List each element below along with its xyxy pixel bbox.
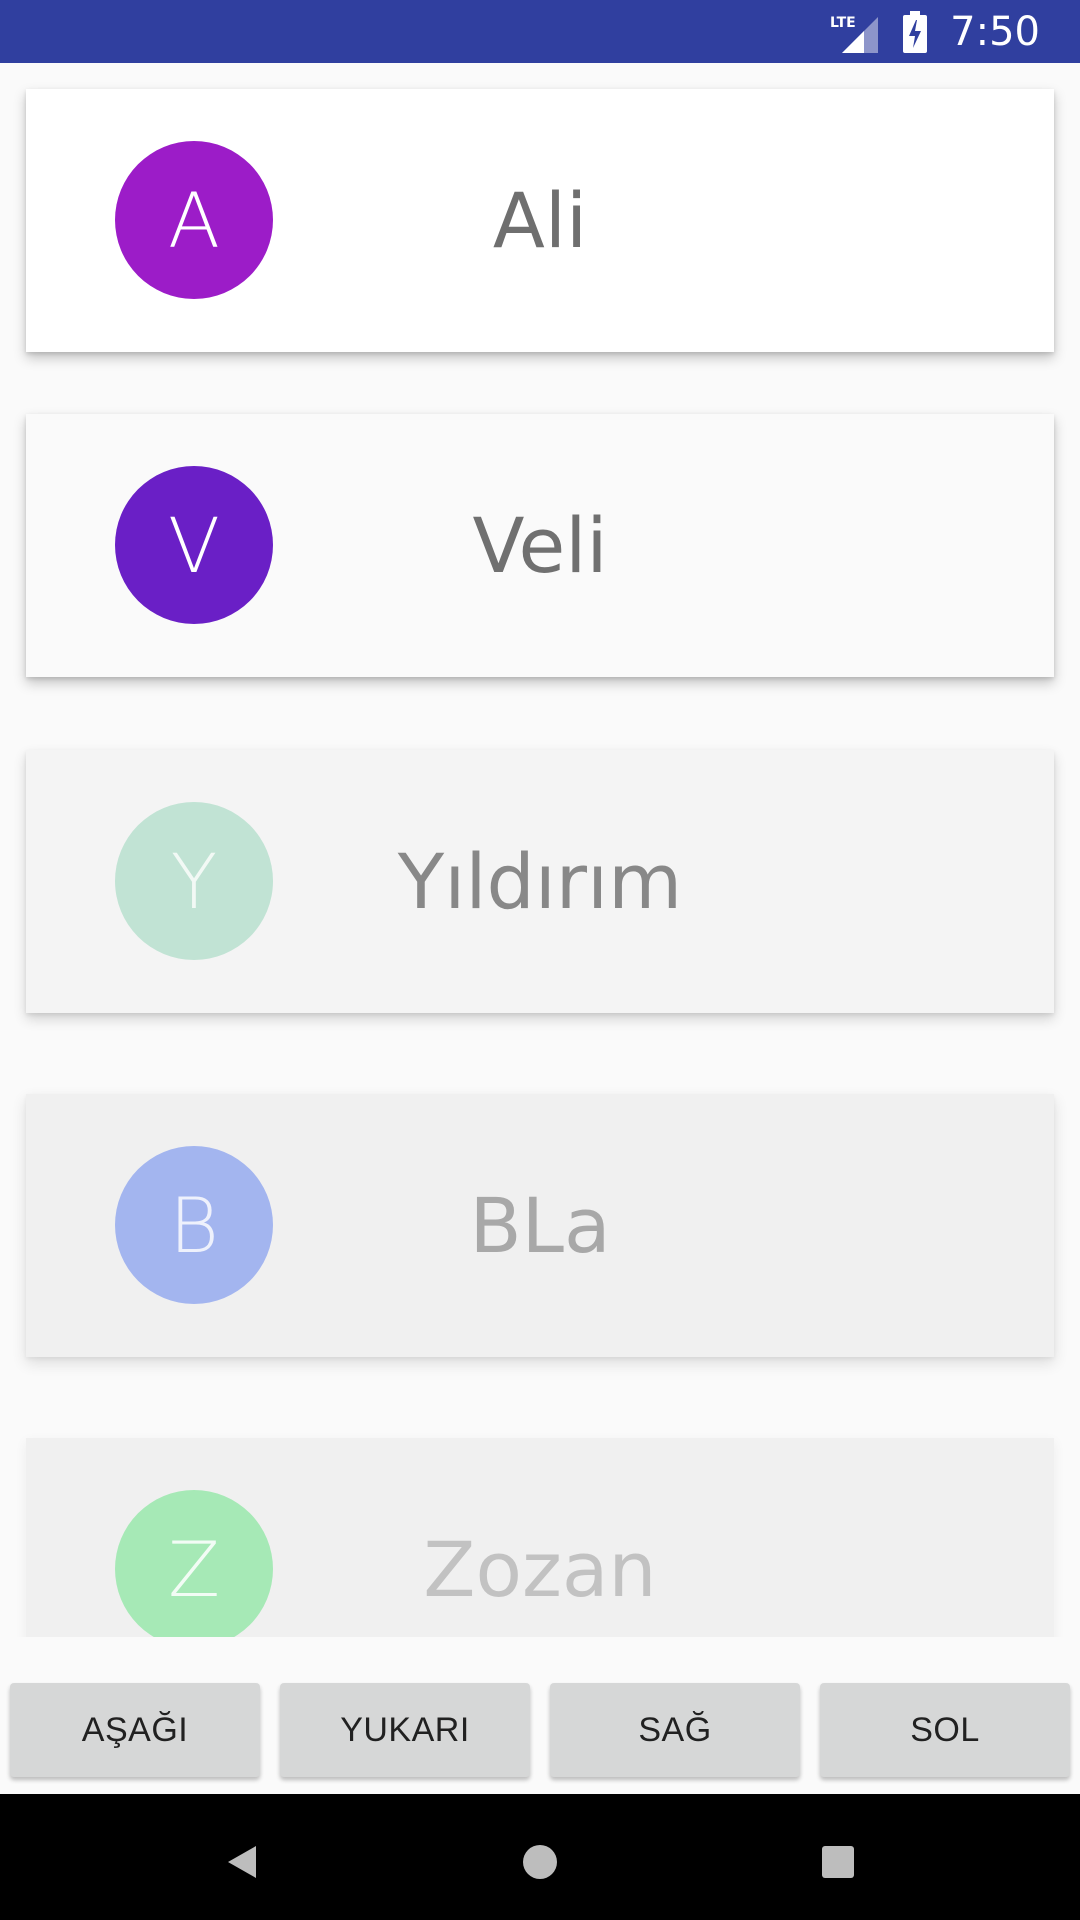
status-time: 7:50 <box>950 8 1040 55</box>
list-item[interactable]: A Ali <box>26 89 1054 352</box>
svg-text:LTE: LTE <box>830 15 856 31</box>
list-item[interactable]: Y Yıldırım <box>26 750 1054 1013</box>
list-item[interactable]: V Veli <box>26 414 1054 677</box>
list-item-name: Veli <box>26 414 1054 677</box>
recents-icon[interactable] <box>808 1832 868 1892</box>
navigation-bar <box>0 1794 1080 1920</box>
list-item-name: Ali <box>26 89 1054 352</box>
list-item-name-text: BLa <box>469 1181 611 1270</box>
back-icon[interactable] <box>212 1832 272 1892</box>
home-icon[interactable] <box>510 1832 570 1892</box>
list-item[interactable]: B BLa <box>26 1094 1054 1357</box>
list-item-name: Zozan <box>26 1438 1054 1637</box>
list-item-name-text: Ali <box>492 176 588 265</box>
list-item-name-text: Zozan <box>423 1525 657 1614</box>
list-item[interactable]: Z Zozan <box>26 1438 1054 1637</box>
down-button[interactable]: AŞAĞI <box>10 1683 260 1777</box>
list-item-name: Yıldırım <box>26 750 1054 1013</box>
battery-charging-icon <box>902 10 928 53</box>
button-bar: AŞAĞI YUKARI SAĞ SOL <box>0 1637 1080 1794</box>
list-item-name-text: Yıldırım <box>397 837 683 926</box>
left-button[interactable]: SOL <box>820 1683 1070 1777</box>
right-button[interactable]: SAĞ <box>550 1683 800 1777</box>
status-bar: LTE 7:50 <box>0 0 1080 63</box>
status-icons: LTE 7:50 <box>830 0 1040 63</box>
list-item-name-text: Veli <box>472 501 608 590</box>
contact-list[interactable]: A Ali V Veli Y Yıldırım B BLa Z Zozan <box>0 63 1080 1637</box>
up-button[interactable]: YUKARI <box>280 1683 530 1777</box>
list-item-name: BLa <box>26 1094 1054 1357</box>
lte-signal-icon: LTE <box>830 11 880 53</box>
